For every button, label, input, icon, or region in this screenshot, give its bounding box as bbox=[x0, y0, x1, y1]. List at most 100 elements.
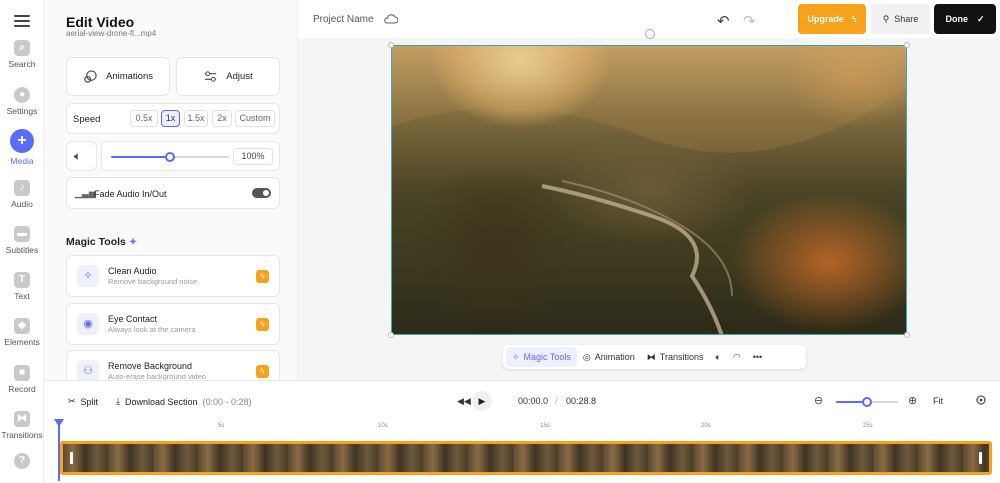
rail-item-elements[interactable]: ◆ Elements bbox=[0, 318, 44, 347]
playhead[interactable] bbox=[58, 421, 60, 481]
share-button[interactable]: ⚲ Share bbox=[871, 4, 930, 34]
tool-remove-background[interactable]: ⚇ Remove Background Auto-erase backgroun… bbox=[66, 350, 280, 380]
rail-item-label: Elements bbox=[4, 337, 40, 347]
rail-item-text[interactable]: T Text bbox=[0, 272, 44, 301]
edit-video-panel: Edit Video aerial-view-drone-fl...mp4 An… bbox=[44, 0, 298, 380]
animation-icon: ◎ bbox=[582, 351, 591, 362]
speaker-icon: 🔈︎ bbox=[74, 149, 82, 163]
fade-audio-toggle[interactable] bbox=[252, 188, 271, 198]
volume-value[interactable]: 100% bbox=[233, 148, 273, 165]
adjust-button[interactable]: Adjust bbox=[176, 57, 280, 96]
redo-icon[interactable]: ↷ bbox=[743, 12, 756, 30]
speed-option-2x[interactable]: 2x bbox=[212, 110, 232, 127]
done-button[interactable]: Done ✓ bbox=[934, 4, 996, 34]
speaker-icon: 🔈︎ bbox=[715, 351, 721, 362]
split-button[interactable]: ✂ Split bbox=[68, 396, 98, 407]
tool-clean-audio[interactable]: ✧ Clean Audio Remove background noise ϟ bbox=[66, 255, 280, 297]
tool-name: Eye Contact bbox=[108, 314, 158, 324]
mute-button[interactable]: 🔈︎ bbox=[66, 141, 97, 171]
rail-item-audio[interactable]: ♪ Audio bbox=[0, 180, 44, 209]
check-icon: ✓ bbox=[976, 13, 985, 24]
transitions-button[interactable]: ⧓ Transitions bbox=[641, 347, 710, 367]
rail-item-transitions[interactable]: ⧓ Transitions bbox=[0, 411, 44, 440]
magic-tools-label: Magic Tools bbox=[523, 352, 571, 362]
volume-button[interactable]: 🔈︎ bbox=[709, 347, 726, 367]
split-label: Split bbox=[80, 396, 99, 407]
download-icon: ⤓ bbox=[116, 396, 120, 406]
project-name[interactable]: Project Name bbox=[313, 14, 374, 25]
upgrade-label: Upgrade bbox=[807, 14, 844, 24]
rail-item-subtitles[interactable]: ▬ Subtitles bbox=[0, 226, 44, 255]
speed-option-custom[interactable]: Custom bbox=[235, 110, 275, 127]
video-frame-image bbox=[392, 46, 906, 334]
resize-handle[interactable] bbox=[904, 332, 910, 338]
text-icon: T bbox=[14, 272, 30, 288]
ruler-label: 10s bbox=[378, 423, 388, 429]
video-clip[interactable] bbox=[60, 441, 992, 475]
speed-option-0.5x[interactable]: 0.5x bbox=[130, 110, 158, 127]
fade-audio-label: Fade Audio In/Out bbox=[94, 189, 167, 199]
animations-label: Animations bbox=[106, 71, 153, 82]
magic-tools-title: Magic Tools bbox=[66, 236, 126, 248]
tool-desc: Always look at the camera bbox=[108, 325, 196, 334]
volume-row: 100% bbox=[101, 141, 280, 171]
person-icon: ⚇ bbox=[77, 360, 99, 380]
animations-button[interactable]: Animations bbox=[66, 57, 170, 96]
lightning-icon: ϟ bbox=[256, 270, 269, 283]
resize-handle[interactable] bbox=[904, 42, 910, 48]
volume-knob[interactable] bbox=[165, 152, 175, 162]
canvas-toolbar: ✧ Magic Tools ◎ Animation ⧓ Transitions … bbox=[503, 345, 806, 369]
animation-button[interactable]: ◎ Animation bbox=[577, 347, 641, 367]
tool-name: Clean Audio bbox=[108, 266, 157, 276]
record-icon: ■ bbox=[14, 365, 30, 381]
undo-icon[interactable]: ↶ bbox=[717, 12, 730, 30]
volume-slider[interactable] bbox=[111, 152, 229, 162]
rail-item-settings[interactable]: ● Settings bbox=[0, 87, 44, 116]
gear-icon[interactable] bbox=[975, 394, 987, 406]
zoom-in-icon[interactable]: ⊕ bbox=[908, 394, 917, 407]
tool-name: Remove Background bbox=[108, 361, 193, 371]
sliders-icon bbox=[205, 71, 217, 82]
rail-item-media[interactable]: + Media bbox=[0, 129, 44, 166]
resize-handle[interactable] bbox=[388, 332, 394, 338]
ruler-label: 20s bbox=[701, 423, 711, 429]
rotate-handle[interactable] bbox=[645, 29, 655, 39]
speed-option-1.5x[interactable]: 1.5x bbox=[184, 110, 208, 127]
clip-trim-handle-left[interactable] bbox=[70, 452, 73, 464]
play-button[interactable]: ▶ bbox=[472, 391, 492, 411]
fit-button[interactable]: Fit bbox=[933, 396, 943, 406]
fade-audio-row: ▁▃▅ Fade Audio In/Out bbox=[66, 177, 280, 209]
video-preview[interactable] bbox=[391, 45, 907, 335]
help-button[interactable]: ? bbox=[0, 453, 44, 472]
tool-eye-contact[interactable]: ◉ Eye Contact Always look at the camera … bbox=[66, 303, 280, 345]
zoom-knob[interactable] bbox=[862, 397, 872, 407]
magic-tools-heading: Magic Tools ✦ bbox=[66, 236, 137, 248]
zoom-slider[interactable] bbox=[836, 397, 898, 407]
rewind-icon[interactable]: ◀◀ bbox=[457, 396, 471, 407]
lightning-icon: ϟ bbox=[256, 365, 269, 378]
transitions-icon: ⧓ bbox=[646, 351, 656, 362]
ruler-label: 25s bbox=[863, 423, 873, 429]
subtitles-icon: ▬ bbox=[14, 226, 30, 242]
ruler-label: 5s bbox=[218, 423, 225, 429]
tool-desc: Auto-erase background video bbox=[108, 372, 206, 380]
speed-option-1x[interactable]: 1x bbox=[161, 110, 180, 127]
zoom-out-icon[interactable]: ⊖ bbox=[814, 394, 823, 407]
rail-item-record[interactable]: ■ Record bbox=[0, 365, 44, 394]
clip-trim-handle-right[interactable] bbox=[979, 452, 982, 464]
upgrade-button[interactable]: Upgrade ϟ bbox=[798, 4, 866, 34]
sparkle-icon: ✦ bbox=[128, 237, 138, 248]
ruler-label: 15s bbox=[540, 423, 550, 429]
download-section-button[interactable]: ⤓ Download Section (0:00 - 0:28) bbox=[116, 396, 252, 407]
resize-handle[interactable] bbox=[388, 42, 394, 48]
transitions-icon: ⧓ bbox=[14, 411, 30, 427]
rail-item-search[interactable]: ⌕ Search bbox=[0, 40, 44, 69]
total-time: 00:28.8 bbox=[566, 396, 597, 406]
download-label: Download Section bbox=[124, 396, 198, 407]
animations-icon bbox=[84, 70, 97, 83]
speed-button[interactable]: ◠ bbox=[727, 347, 747, 367]
rail-item-label: Search bbox=[8, 59, 36, 69]
magic-tools-button[interactable]: ✧ Magic Tools bbox=[506, 347, 577, 367]
menu-icon[interactable] bbox=[14, 12, 30, 28]
more-button[interactable]: ••• bbox=[747, 347, 768, 367]
